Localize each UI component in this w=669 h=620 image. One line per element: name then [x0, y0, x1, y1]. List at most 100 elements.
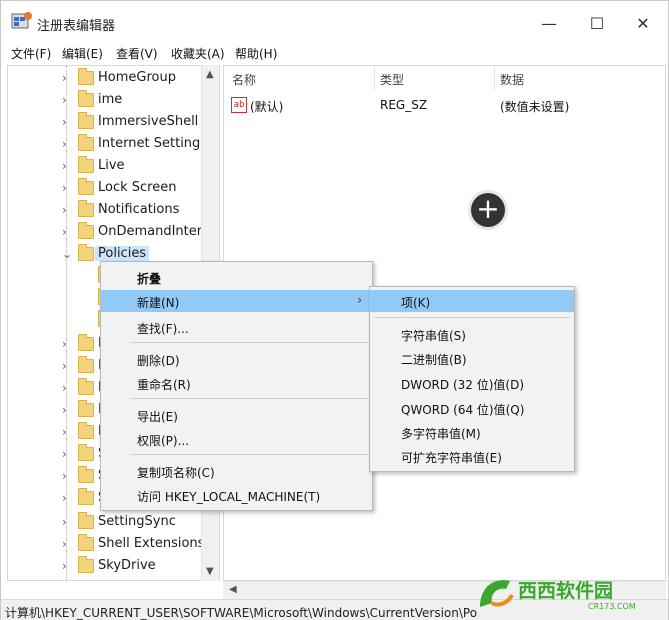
submenu-item-key[interactable]: 项(K) — [370, 290, 574, 312]
tree-item-label: ImmersiveShell — [98, 114, 199, 129]
submenu-item-binary-value[interactable]: 二进制值(B) — [370, 347, 574, 369]
menu-view[interactable]: 查看(V) — [116, 45, 158, 62]
menu-item-goto-hklm[interactable]: 访问 HKEY_LOCAL_MACHINE(T) — [101, 484, 372, 506]
submenu-item-multi-string-value[interactable]: 多字符串值(M) — [370, 421, 574, 443]
chevron-right-icon[interactable]: › — [62, 447, 67, 461]
submenu-item-dword-value[interactable]: DWORD (32 位)值(D) — [370, 372, 574, 394]
tree-item-label: Internet Settings — [98, 136, 208, 151]
tree-item-label: SettingSync — [98, 514, 176, 529]
chevron-right-icon[interactable]: › — [62, 381, 67, 395]
chevron-right-icon[interactable]: › — [62, 359, 67, 373]
registry-editor-window: 注册表编辑器 — ☐ ✕ 文件(F) 编辑(E) 查看(V) 收藏夹(A) 帮助… — [0, 0, 669, 620]
tree-item-label: Policies — [95, 246, 150, 261]
value-name: (默认) — [250, 100, 284, 114]
tree-item[interactable]: › OnDemandInterfac — [8, 222, 219, 244]
value-data: (数值未设置) — [500, 100, 570, 114]
tree-item[interactable]: › Notifications — [8, 200, 208, 222]
folder-icon — [78, 200, 94, 217]
submenu-item-expandable-string-value[interactable]: 可扩充字符串值(E) — [370, 445, 574, 467]
menu-item-collapse[interactable]: 折叠 — [101, 266, 372, 288]
folder-icon — [78, 466, 94, 483]
folder-icon — [78, 178, 94, 195]
chevron-right-icon: › — [357, 293, 362, 307]
chevron-right-icon[interactable]: › — [62, 559, 67, 573]
menu-item-rename[interactable]: 重命名(R) — [101, 372, 372, 394]
tree-item[interactable]: › Shell Extensions — [8, 534, 208, 556]
tree-item[interactable]: › ImmersiveShell — [8, 112, 208, 134]
tree-item[interactable]: › SettingSync — [8, 512, 208, 534]
menu-separator — [131, 398, 368, 399]
column-header-data[interactable]: 数据 — [500, 71, 524, 88]
column-header-type[interactable]: 类型 — [380, 71, 404, 88]
maximize-button[interactable]: ☐ — [577, 9, 617, 37]
submenu-item-string-value[interactable]: 字符串值(S) — [370, 323, 574, 345]
chevron-right-icon[interactable]: › — [62, 71, 67, 85]
tree-item-label: Live — [98, 158, 125, 173]
tree-item[interactable]: › Live — [8, 156, 208, 178]
tree-item[interactable]: › Internet Settings — [8, 134, 208, 156]
menu-item-delete[interactable]: 删除(D) — [101, 348, 372, 370]
menu-item-permissions[interactable]: 权限(P)... — [101, 428, 372, 450]
column-divider[interactable] — [494, 66, 495, 90]
folder-icon — [78, 488, 94, 505]
tree-item[interactable]: › ime — [8, 90, 208, 112]
tree-item-label: Notifications — [98, 202, 180, 217]
chevron-right-icon[interactable]: › — [62, 469, 67, 483]
title-bar: 注册表编辑器 — ☐ ✕ — [1, 1, 668, 43]
folder-icon — [78, 334, 94, 351]
tree-item-label: Shell Extensions — [98, 536, 205, 551]
chevron-right-icon[interactable]: › — [62, 115, 67, 129]
string-value-icon: ab — [231, 97, 247, 113]
key-path: 计算机\HKEY_CURRENT_USER\SOFTWARE\Microsoft… — [5, 606, 478, 620]
chevron-right-icon[interactable]: › — [62, 203, 67, 217]
chevron-right-icon[interactable]: › — [62, 337, 67, 351]
minimize-button[interactable]: — — [529, 9, 569, 37]
close-button[interactable]: ✕ — [623, 9, 663, 37]
folder-icon — [78, 112, 94, 129]
tree-item[interactable]: › SkyDrive — [8, 556, 208, 578]
site-watermark-logo: 西西软件园 CR173.COM — [480, 579, 636, 611]
menu-item-copy-key-name[interactable]: 复制项名称(C) — [101, 460, 372, 482]
folder-icon — [78, 222, 94, 239]
scroll-down-icon[interactable]: ▼ — [206, 566, 214, 577]
column-divider[interactable] — [374, 66, 375, 90]
chevron-right-icon[interactable]: › — [62, 159, 67, 173]
scroll-up-icon[interactable]: ▲ — [206, 69, 214, 80]
scroll-left-icon[interactable]: ◀ — [229, 584, 237, 595]
folder-icon — [78, 356, 94, 373]
tree-item[interactable]: › HomeGroup — [8, 68, 208, 90]
chevron-right-icon[interactable]: › — [62, 491, 67, 505]
folder-icon — [78, 534, 94, 551]
chevron-right-icon[interactable]: › — [62, 137, 67, 151]
tree-item-label: HomeGroup — [98, 70, 176, 85]
chevron-right-icon[interactable]: › — [62, 403, 67, 417]
chevron-right-icon[interactable]: › — [62, 425, 67, 439]
tree-item-label: SkyDrive — [98, 558, 156, 573]
menu-item-find[interactable]: 查找(F)... — [101, 316, 372, 338]
menu-item-new[interactable]: 新建(N) › — [101, 290, 372, 312]
menu-separator — [131, 454, 368, 455]
menu-favorites[interactable]: 收藏夹(A) — [171, 45, 225, 62]
chevron-right-icon[interactable]: › — [62, 93, 67, 107]
folder-icon — [78, 444, 94, 461]
menu-bar: 文件(F) 编辑(E) 查看(V) 收藏夹(A) 帮助(H) — [1, 43, 668, 63]
folder-icon — [78, 134, 94, 151]
value-row[interactable]: ab (默认) REG_SZ (数值未设置) — [224, 96, 667, 118]
chevron-right-icon[interactable]: › — [62, 537, 67, 551]
registry-editor-app-icon — [11, 12, 32, 29]
tree-item[interactable]: › Lock Screen — [8, 178, 208, 200]
folder-icon — [78, 512, 94, 529]
chevron-down-icon[interactable]: ⌄ — [62, 247, 72, 261]
menu-item-export[interactable]: 导出(E) — [101, 404, 372, 426]
menu-help[interactable]: 帮助(H) — [235, 45, 277, 62]
chevron-right-icon[interactable]: › — [62, 181, 67, 195]
chevron-right-icon[interactable]: › — [62, 225, 67, 239]
menu-file[interactable]: 文件(F) — [11, 45, 51, 62]
submenu-item-qword-value[interactable]: QWORD (64 位)值(Q) — [370, 397, 574, 419]
column-header-name[interactable]: 名称 — [232, 71, 256, 88]
chevron-right-icon[interactable]: › — [62, 515, 67, 529]
maximize-icon: ☐ — [589, 13, 605, 33]
folder-icon — [78, 156, 94, 173]
watermark-brand: 西西软件园 — [518, 579, 613, 602]
menu-edit[interactable]: 编辑(E) — [62, 45, 103, 62]
